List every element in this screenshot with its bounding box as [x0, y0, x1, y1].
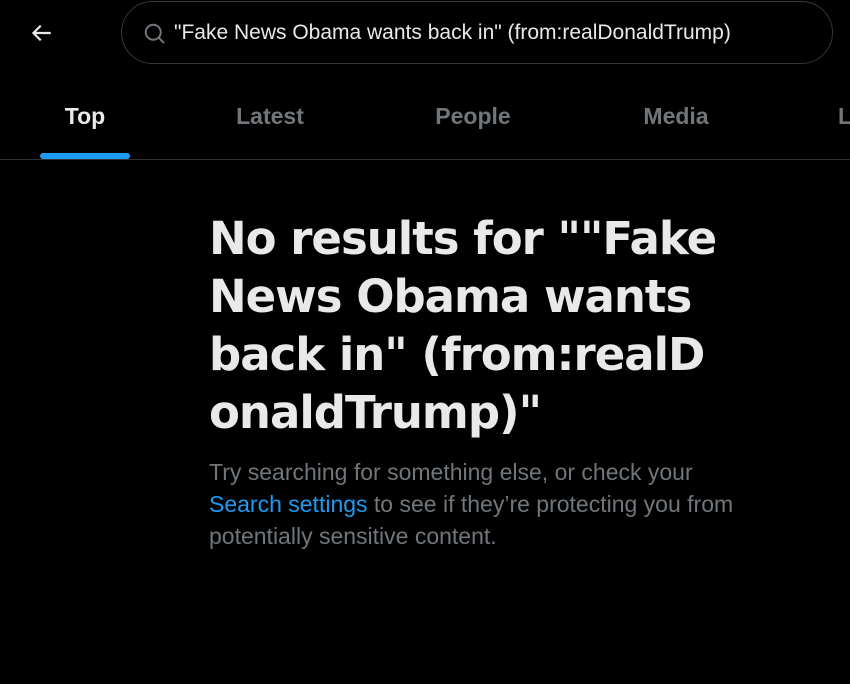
tab-media[interactable]: Media [620, 74, 732, 159]
tab-latest[interactable]: Latest [215, 74, 325, 159]
tab-label: People [435, 103, 511, 129]
tab-people[interactable]: People [413, 74, 533, 159]
search-tabs: Top Latest People Media L [0, 74, 850, 160]
top-bar [0, 0, 850, 70]
empty-state-title: No results for ""Fake News Obama wants b… [209, 212, 717, 439]
tab-label: Latest [236, 103, 304, 129]
active-tab-indicator [40, 153, 130, 159]
tab-label: L [838, 103, 850, 129]
tab-lists[interactable]: L [838, 74, 850, 159]
search-settings-link[interactable]: Search settings [209, 491, 368, 517]
arrow-left-icon [31, 24, 51, 42]
tab-top[interactable]: Top [40, 74, 130, 159]
search-icon [144, 23, 165, 44]
search-box[interactable] [121, 1, 833, 64]
tab-label: Top [64, 103, 106, 129]
back-button[interactable] [21, 13, 61, 53]
search-input[interactable] [174, 12, 814, 54]
empty-state-description: Try searching for something else, or che… [209, 456, 739, 552]
tab-label: Media [643, 103, 709, 129]
empty-state: No results for ""Fake News Obama wants b… [209, 210, 749, 552]
description-text: Try searching for something else, or che… [209, 459, 693, 485]
